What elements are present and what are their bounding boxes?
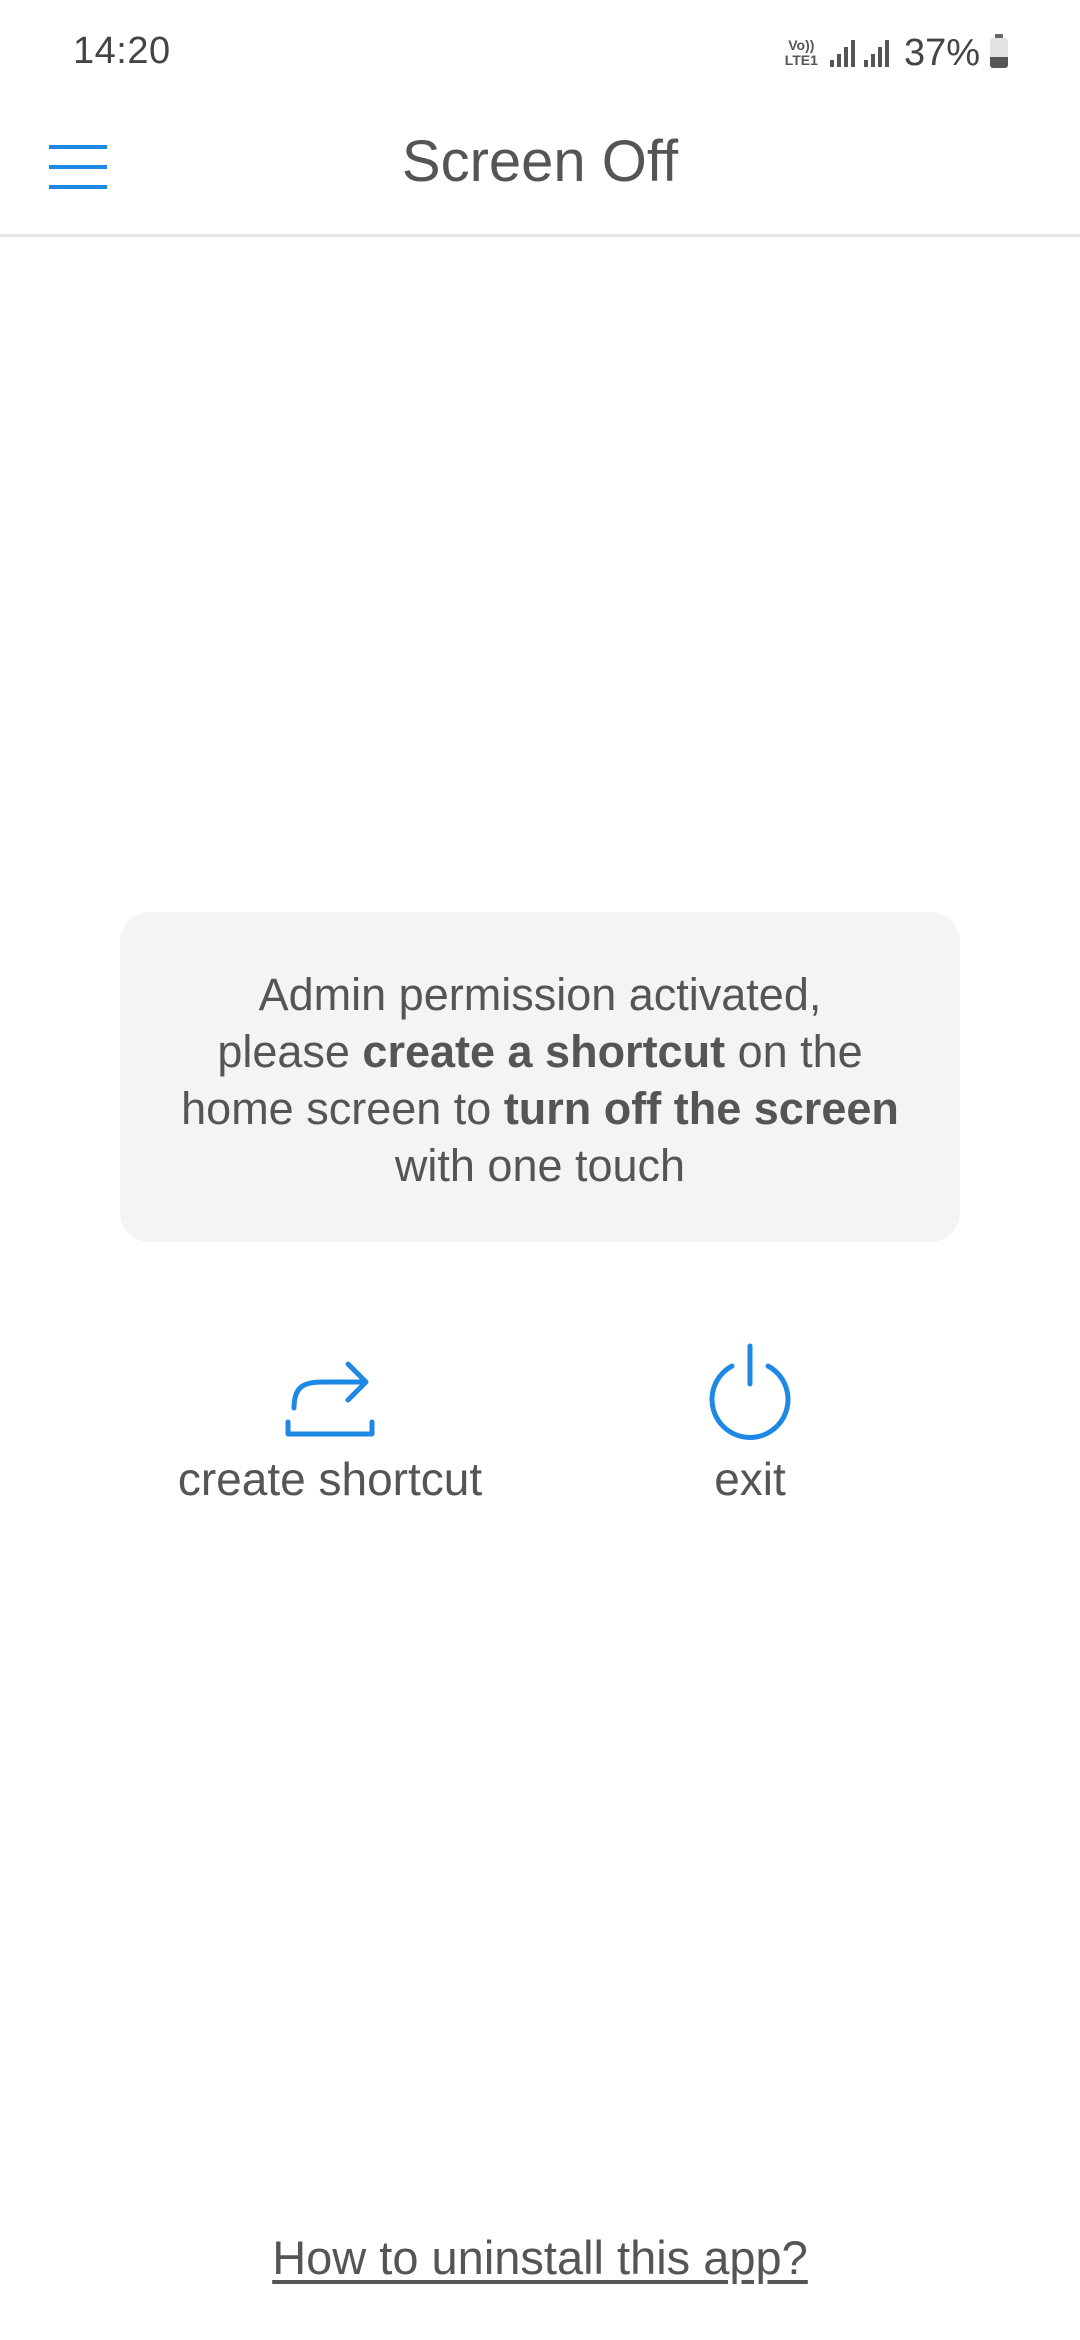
exit-label: exit	[714, 1453, 786, 1505]
signal-icon	[863, 39, 890, 67]
share-arrow-icon	[285, 1361, 375, 1437]
create-shortcut-icon-wrap	[282, 1330, 378, 1440]
info-line: with one touch	[394, 1140, 686, 1191]
info-emphasis: create a shortcut	[362, 1026, 726, 1077]
info-emphasis: turn off the screen	[503, 1083, 899, 1134]
info-text: home screen to	[181, 1083, 504, 1134]
uninstall-help-link[interactable]: How to uninstall this app?	[0, 2230, 1080, 2285]
exit-button[interactable]: exit	[600, 1330, 900, 1506]
battery-icon	[990, 34, 1008, 68]
info-text: please	[217, 1026, 363, 1077]
create-shortcut-button[interactable]: create shortcut	[150, 1330, 510, 1506]
status-time: 14:20	[73, 30, 171, 72]
battery-fill	[990, 57, 1008, 68]
volte-label: Vo))	[788, 37, 815, 53]
exit-icon-wrap	[702, 1330, 798, 1440]
status-icons: Vo)) LTE1 37%	[785, 28, 1008, 78]
app-bar: Screen Off	[0, 104, 1080, 237]
volte-lte-icon: Vo)) LTE1	[785, 38, 818, 68]
power-icon	[709, 1343, 791, 1440]
signal-icon	[829, 39, 856, 67]
info-line: Admin permission activated,	[258, 969, 822, 1020]
info-text: on the	[725, 1026, 863, 1077]
battery-percent: 37%	[903, 31, 980, 74]
info-line: please create a shortcut on the	[160, 1023, 920, 1080]
page-title: Screen Off	[401, 129, 679, 194]
create-shortcut-label: create shortcut	[177, 1453, 483, 1505]
status-bar: 14:20 Vo)) LTE1 37%	[0, 0, 1080, 104]
info-card: Admin permission activated, please creat…	[120, 912, 960, 1242]
info-line: home screen to turn off the screen	[160, 1080, 920, 1137]
lte-label: LTE1	[784, 52, 818, 68]
